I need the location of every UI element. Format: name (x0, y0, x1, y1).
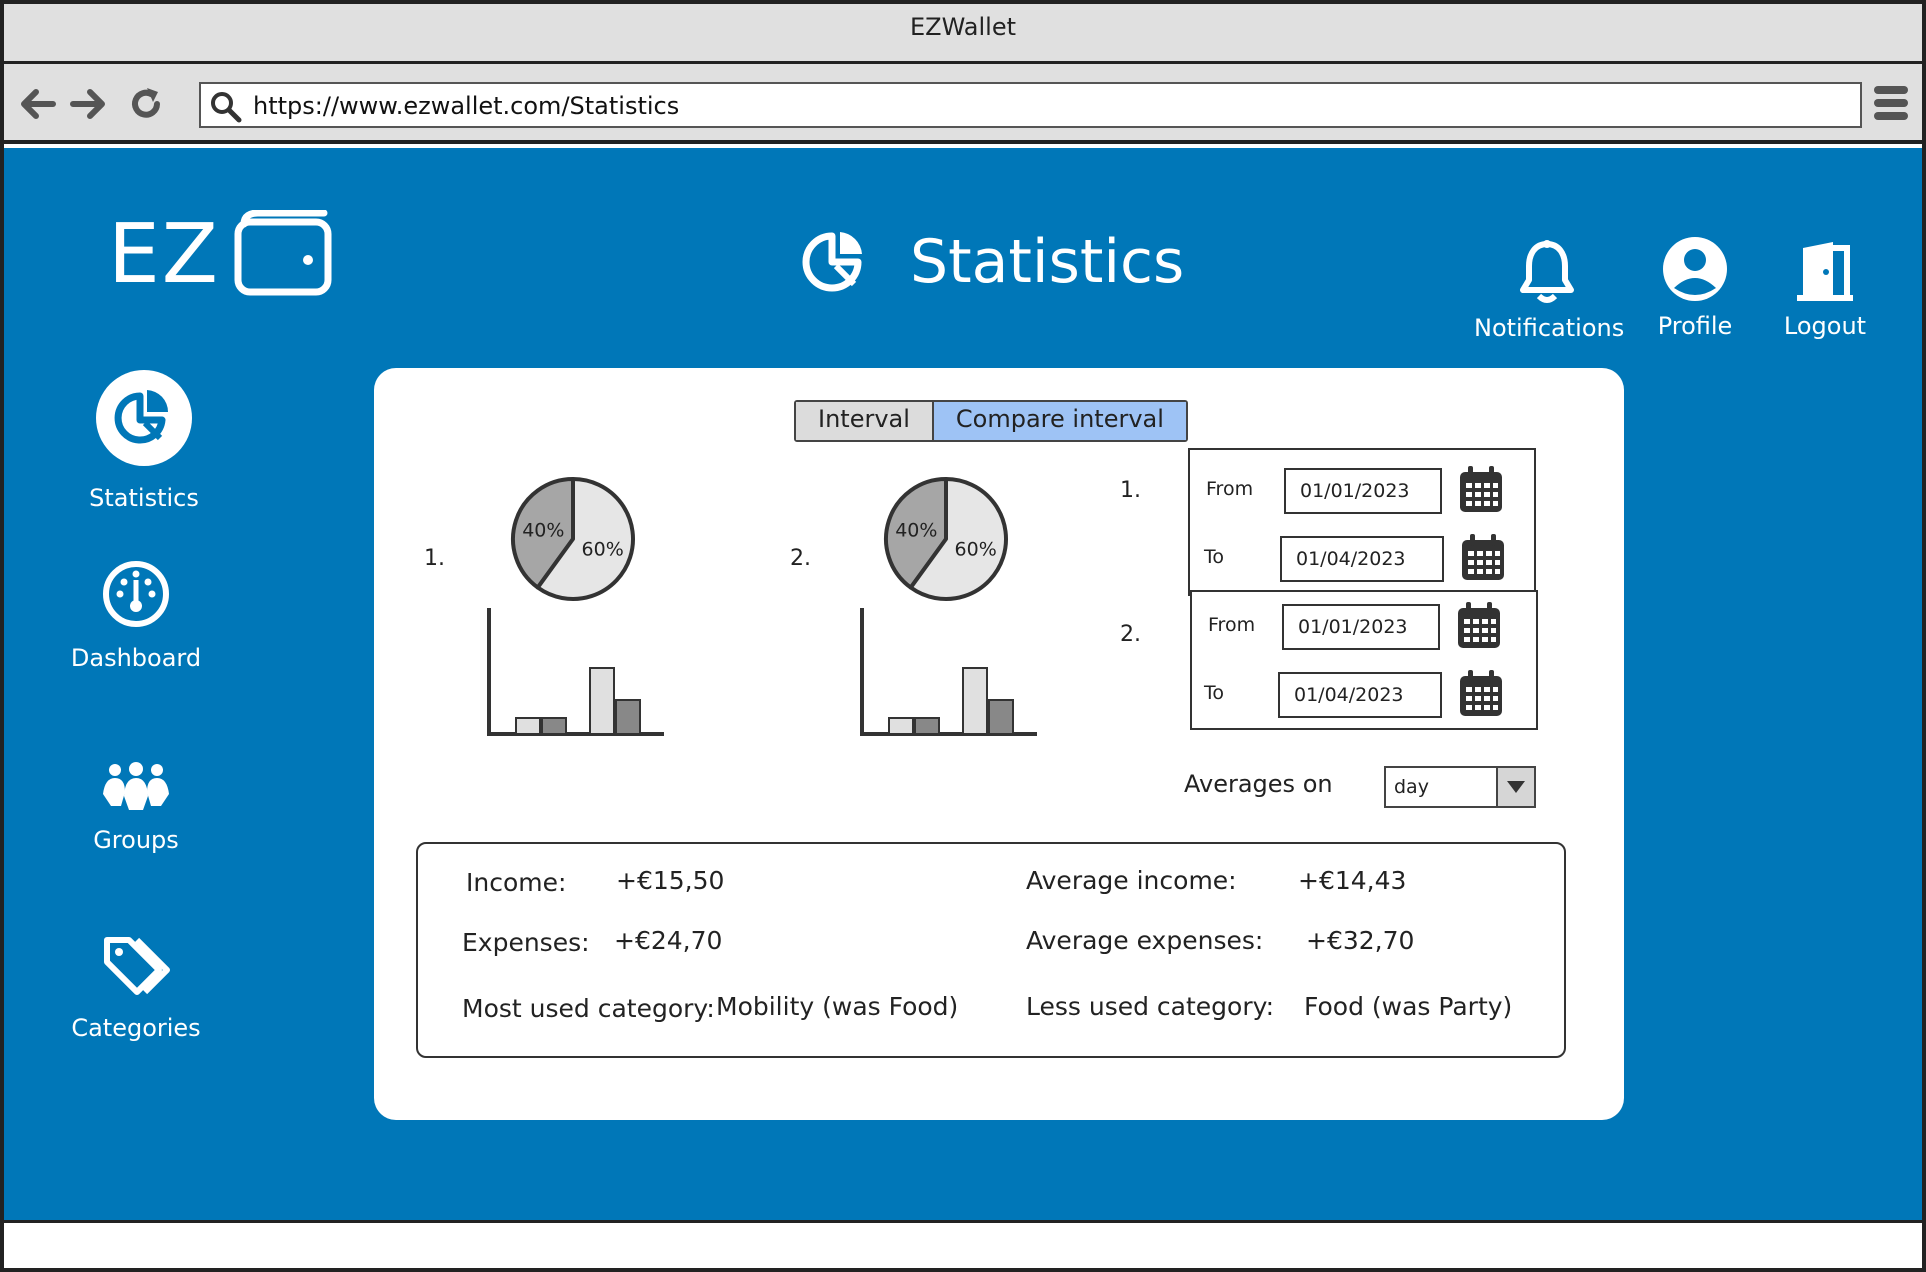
to-label: To (1204, 682, 1225, 704)
bar-chart-2 (860, 608, 1037, 736)
browser-status-strip (4, 1220, 1922, 1268)
interval-2-to-row: To 01/04/2023 (1192, 668, 1536, 718)
page-header: Statistics (802, 228, 1184, 296)
user-avatar-icon (1663, 237, 1727, 301)
income-label: Income: (466, 868, 567, 897)
interval-2-range: From 01/01/2023 To 01/04/2023 (1190, 590, 1538, 730)
window-title-bar: EZWallet (4, 4, 1922, 64)
from-label: From (1206, 478, 1254, 500)
calendar-icon[interactable] (1460, 534, 1506, 586)
wallet-icon (234, 209, 332, 300)
less-used-category-value: Food (was Party) (1304, 992, 1513, 1021)
from-label: From (1208, 614, 1256, 636)
interval-index-2: 2. (1120, 622, 1141, 647)
logout-button[interactable]: Logout (1770, 240, 1880, 340)
sidebar-item-statistics[interactable]: Statistics (54, 368, 234, 512)
calendar-icon[interactable] (1456, 602, 1502, 654)
logout-label: Logout (1783, 312, 1867, 340)
forward-arrow-icon[interactable] (68, 84, 108, 124)
notifications-button[interactable]: Notifications (1474, 238, 1625, 342)
averages-period-value: day (1394, 776, 1429, 798)
average-expenses-value: +€32,70 (1306, 926, 1415, 955)
averages-on-label: Averages on (1184, 770, 1333, 798)
bar (914, 717, 940, 735)
statistics-summary: Income: +€15,50 Expenses: +€24,70 Most u… (416, 842, 1566, 1058)
interval-mode-tabs: Interval Compare interval (794, 400, 1188, 442)
bar (888, 717, 914, 735)
sidebar-item-label: Groups (93, 826, 179, 854)
chart-index-1: 1. (424, 546, 445, 571)
interval-2-from-row: From 01/01/2023 (1192, 600, 1536, 650)
sidebar-item-categories[interactable]: Categories (46, 934, 226, 1042)
interval-2-from-field[interactable]: 01/01/2023 (1282, 604, 1440, 650)
pie-chart-icon (802, 228, 866, 296)
expenses-value: +€24,70 (614, 926, 723, 955)
bar (589, 667, 615, 735)
pie-slice-label: 60% (582, 539, 624, 561)
pie-chart-2: 40% 60% (884, 477, 1008, 601)
interval-1-to-field[interactable]: 01/04/2023 (1280, 536, 1444, 582)
pie-slice-label: 40% (895, 519, 937, 541)
gauge-icon (103, 561, 169, 627)
sidebar-item-groups[interactable]: Groups (46, 762, 226, 854)
back-arrow-icon[interactable] (18, 84, 58, 124)
interval-1-range: From 01/01/2023 To 01/04/2023 (1188, 448, 1536, 596)
browser-toolbar: https://www.ezwallet.com/Statistics (4, 64, 1922, 144)
bar (515, 717, 541, 735)
average-expenses-label: Average expenses: (1026, 926, 1264, 955)
group-icon (103, 762, 169, 810)
bar-chart-1 (487, 608, 664, 736)
address-bar[interactable]: https://www.ezwallet.com/Statistics (199, 82, 1862, 128)
interval-1-from-row: From 01/01/2023 (1190, 464, 1534, 514)
profile-label: Profile (1657, 312, 1733, 340)
menu-icon[interactable] (1874, 86, 1908, 122)
sidebar-item-label: Dashboard (70, 644, 202, 672)
door-exit-icon (1797, 242, 1853, 301)
profile-button[interactable]: Profile (1634, 236, 1756, 340)
interval-1-to-row: To 01/04/2023 (1190, 532, 1534, 582)
tab-compare-interval[interactable]: Compare interval (931, 402, 1186, 440)
app-logo[interactable]: EZ (108, 207, 332, 302)
bell-icon (1520, 240, 1574, 303)
sidebar-item-label: Statistics (89, 484, 199, 512)
average-income-value: +€14,43 (1298, 866, 1407, 895)
url-text: https://www.ezwallet.com/Statistics (253, 92, 680, 120)
pie-chart-icon (96, 370, 192, 466)
chart-index-2: 2. (790, 546, 811, 571)
less-used-category-label: Less used category: (1026, 992, 1275, 1021)
bar (962, 667, 988, 735)
pie-slice-label: 60% (955, 539, 997, 561)
logo-text: EZ (108, 207, 220, 302)
tags-icon (104, 937, 170, 995)
average-income-label: Average income: (1026, 866, 1237, 895)
bar (615, 699, 641, 735)
tab-interval[interactable]: Interval (796, 402, 932, 440)
calendar-icon[interactable] (1458, 670, 1504, 722)
most-used-category-label: Most used category: (462, 994, 715, 1023)
statistics-panel: Interval Compare interval 1. 40% 60% 2. 4… (374, 368, 1624, 1120)
expenses-label: Expenses: (462, 928, 590, 957)
bar (541, 717, 567, 735)
sidebar-item-label: Categories (71, 1014, 201, 1042)
reload-icon[interactable] (126, 84, 166, 124)
pie-chart-1: 40% 60% (511, 477, 635, 601)
averages-period-select[interactable]: day (1384, 766, 1536, 808)
pie-slice-label: 40% (522, 519, 564, 541)
to-label: To (1204, 546, 1225, 568)
interval-index-1: 1. (1120, 478, 1141, 503)
sidebar-item-dashboard[interactable]: Dashboard (46, 560, 226, 672)
app-area: EZ Statistics Notifications Profile Logo… (4, 148, 1922, 1220)
window-title: EZWallet (909, 13, 1017, 41)
calendar-icon[interactable] (1458, 466, 1504, 518)
notifications-label: Notifications (1474, 314, 1625, 342)
bar (988, 699, 1014, 735)
chevron-down-icon[interactable] (1496, 768, 1534, 806)
page-title: Statistics (910, 227, 1185, 297)
income-value: +€15,50 (616, 866, 725, 895)
most-used-category-value: Mobility (was Food) (716, 992, 959, 1021)
search-icon (209, 90, 243, 128)
interval-1-from-field[interactable]: 01/01/2023 (1284, 468, 1442, 514)
interval-2-to-field[interactable]: 01/04/2023 (1278, 672, 1442, 718)
